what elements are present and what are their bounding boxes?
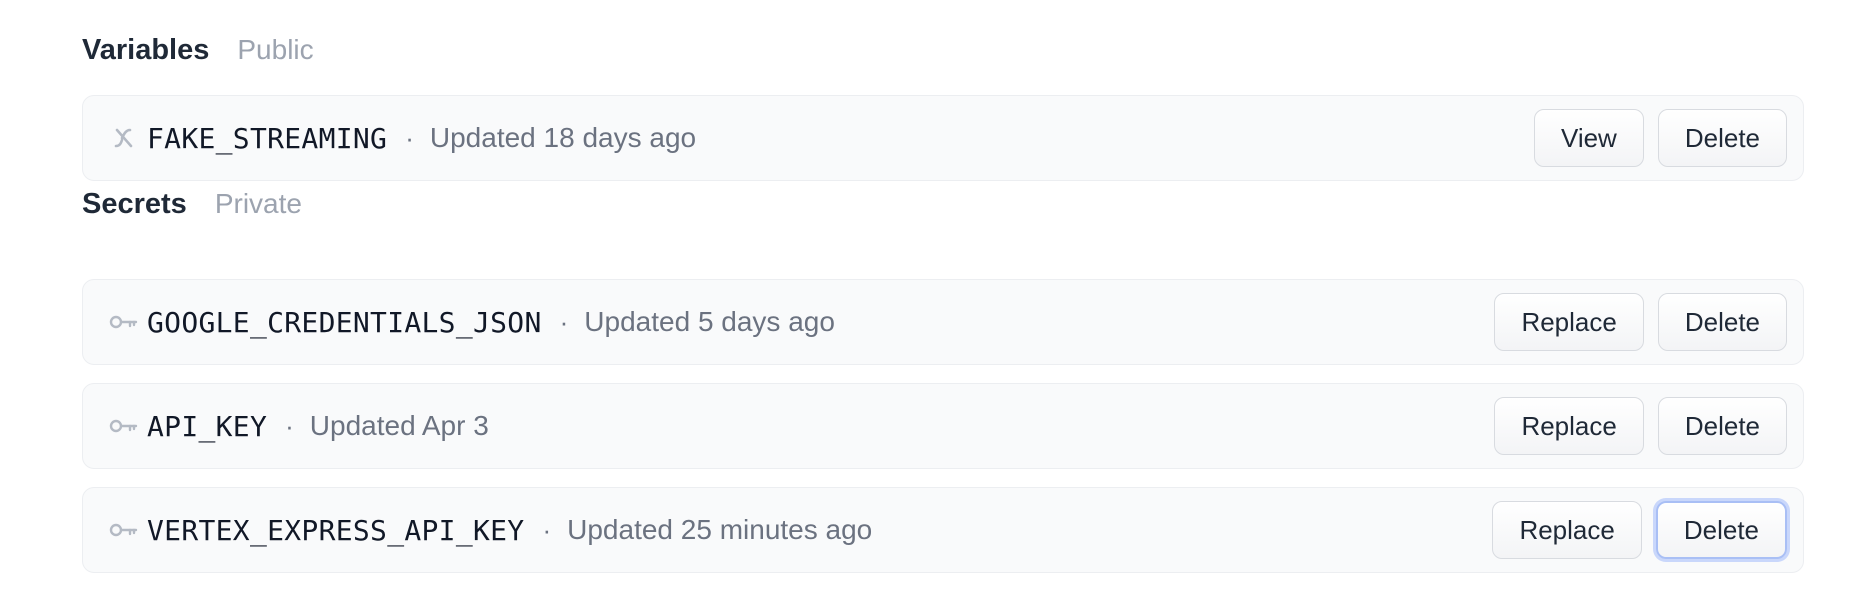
variable-row: FAKE_STREAMING · Updated 18 days ago Vie… [82,95,1804,181]
variable-actions: View Delete [1533,109,1787,167]
key-icon [109,515,139,545]
key-icon [109,307,139,337]
variable-updated-text: Updated 18 days ago [429,122,697,153]
variable-icon [109,123,139,153]
secret-name: API_KEY [147,409,268,443]
replace-button[interactable]: Replace [1494,293,1644,351]
secrets-section-header: Secrets Private [82,188,302,221]
delete-button[interactable]: Delete [1657,293,1787,351]
variables-subtitle: Public [237,34,314,65]
separator-dot: · [285,410,294,441]
secret-name: GOOGLE_CREDENTIALS_JSON [147,305,542,339]
variables-section-header: Variables Public [82,34,314,67]
view-button[interactable]: View [1533,109,1644,167]
secret-updated-text: Updated 25 minutes ago [567,514,873,545]
key-icon [109,411,139,441]
secret-updated-text: Updated Apr 3 [309,410,489,441]
secrets-subtitle: Private [214,188,302,219]
variable-name: FAKE_STREAMING [147,121,388,155]
separator-dot: · [542,514,552,545]
delete-button[interactable]: Delete [1655,501,1787,559]
secret-actions: Replace Delete [1494,397,1787,455]
replace-button[interactable]: Replace [1494,397,1644,455]
variables-title: Variables [82,34,210,66]
secret-row: API_KEY · Updated Apr 3 Replace Delete [82,383,1804,469]
secret-updated-text: Updated 5 days ago [584,306,835,337]
separator-dot: · [559,306,569,337]
secret-row: GOOGLE_CREDENTIALS_JSON · Updated 5 days… [82,279,1804,365]
secret-row: VERTEX_EXPRESS_API_KEY · Updated 25 minu… [82,487,1804,573]
delete-button[interactable]: Delete [1657,397,1787,455]
separator-dot: · [405,122,414,153]
secrets-title: Secrets [82,188,187,220]
secret-actions: Replace Delete [1494,293,1787,351]
secret-actions: Replace Delete [1492,501,1787,559]
replace-button[interactable]: Replace [1492,501,1642,559]
secret-name: VERTEX_EXPRESS_API_KEY [147,513,525,547]
delete-button[interactable]: Delete [1657,109,1787,167]
